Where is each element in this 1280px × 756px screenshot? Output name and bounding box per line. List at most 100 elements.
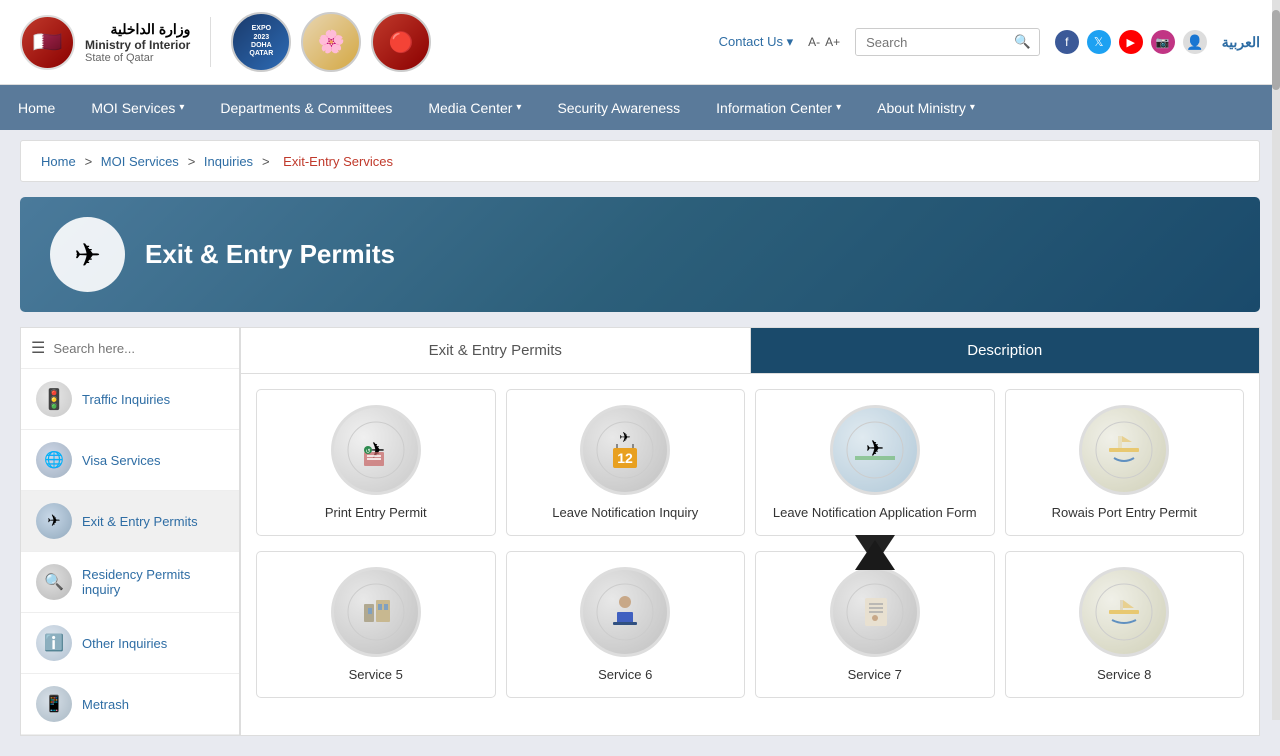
- sidebar-item-other[interactable]: ℹ️ Other Inquiries: [21, 613, 239, 674]
- qatar-logo: 🔴: [371, 12, 431, 72]
- header: 🇶🇦 وزارة الداخلية Ministry of Interior S…: [0, 0, 1280, 85]
- card-label-service5: Service 5: [349, 667, 403, 682]
- font-larger-btn[interactable]: A+: [825, 35, 840, 49]
- user-icon[interactable]: 👤: [1183, 30, 1207, 54]
- sidebar-label-exit: Exit & Entry Permits: [82, 514, 198, 529]
- scrollbar[interactable]: [1272, 0, 1280, 720]
- card-service8[interactable]: Service 8: [1005, 551, 1245, 698]
- sidebar-search-input[interactable]: [53, 341, 229, 356]
- sidebar-item-exit[interactable]: ✈ Exit & Entry Permits: [21, 491, 239, 552]
- nav-item-about[interactable]: About Ministry ▾: [859, 85, 993, 130]
- nav-item-departments[interactable]: Departments & Committees: [202, 85, 410, 130]
- language-btn[interactable]: العربية: [1222, 34, 1260, 51]
- search-input[interactable]: [856, 30, 1006, 55]
- breadcrumb-moi[interactable]: MOI Services: [101, 154, 179, 169]
- card-label-service8: Service 8: [1097, 667, 1151, 682]
- sidebar: ☰ 🚦 Traffic Inquiries 🌐 Visa Services ✈ …: [20, 327, 240, 736]
- about-arrow-icon: ▾: [970, 102, 975, 113]
- service-grid-row2: Service 5 Service 6: [241, 551, 1259, 713]
- traffic-icon: 🚦: [36, 381, 72, 417]
- sidebar-item-metrash[interactable]: 📱 Metrash: [21, 674, 239, 735]
- residency-icon: 🔍: [36, 564, 72, 600]
- contact-us-link[interactable]: Contact Us: [719, 34, 793, 50]
- font-controls: A- A+: [808, 35, 840, 49]
- flower-logo: 🌸: [301, 12, 361, 72]
- logo-area: 🇶🇦 وزارة الداخلية Ministry of Interior S…: [20, 12, 719, 72]
- metrash-icon: 📱: [36, 686, 72, 722]
- main-content: ☰ 🚦 Traffic Inquiries 🌐 Visa Services ✈ …: [20, 327, 1260, 736]
- nav-bar: Home MOI Services ▾ Departments & Commit…: [0, 85, 1280, 130]
- sidebar-item-residency[interactable]: 🔍 Residency Permits inquiry: [21, 552, 239, 613]
- moi-arrow-icon: ▾: [179, 102, 184, 113]
- card-icon-leave-inquiry: ✈ 12: [580, 405, 670, 495]
- twitter-icon[interactable]: 𝕏: [1087, 30, 1111, 54]
- facebook-icon[interactable]: f: [1055, 30, 1079, 54]
- card-icon-leave-form: ✈: [830, 405, 920, 495]
- breadcrumb-sep3: >: [262, 154, 273, 169]
- nav-item-moi[interactable]: MOI Services ▾: [73, 85, 202, 130]
- youtube-icon[interactable]: ▶: [1119, 30, 1143, 54]
- breadcrumb-home[interactable]: Home: [41, 154, 76, 169]
- tab-description[interactable]: Description: [751, 328, 1260, 373]
- card-label-leave-inquiry: Leave Notification Inquiry: [552, 505, 698, 520]
- breadcrumb-inquiries[interactable]: Inquiries: [204, 154, 253, 169]
- nav-item-security[interactable]: Security Awareness: [539, 85, 698, 130]
- service-tabs: Exit & Entry Permits Description: [241, 328, 1259, 374]
- service-grid: ✈ ↺ Print Entry Permit ✈: [241, 374, 1259, 551]
- service-area: Exit & Entry Permits Description ✈: [240, 327, 1260, 736]
- sidebar-label-traffic: Traffic Inquiries: [82, 392, 170, 407]
- info-arrow-icon: ▾: [836, 102, 841, 113]
- media-arrow-icon: ▾: [516, 102, 521, 113]
- breadcrumb-sep2: >: [188, 154, 199, 169]
- card-service6[interactable]: Service 6: [506, 551, 746, 698]
- tab-exit-entry[interactable]: Exit & Entry Permits: [241, 328, 751, 373]
- visa-icon: 🌐: [36, 442, 72, 478]
- card-leave-inquiry[interactable]: ✈ 12 Leave Notification Inquiry: [506, 389, 746, 536]
- header-right: Contact Us A- A+ 🔍 f 𝕏 ▶ 📷 👤 العربية: [719, 28, 1260, 56]
- scrollbar-thumb[interactable]: [1272, 10, 1280, 90]
- card-label-service7: Service 7: [848, 667, 902, 682]
- sidebar-label-visa: Visa Services: [82, 453, 161, 468]
- logo-flag: 🇶🇦: [20, 15, 75, 70]
- card-icon-service6: [580, 567, 670, 657]
- card-icon-service5: [331, 567, 421, 657]
- card-service5[interactable]: Service 5: [256, 551, 496, 698]
- card-label-service6: Service 6: [598, 667, 652, 682]
- card-leave-form[interactable]: ✈ Leave Notification Application Form: [755, 389, 995, 536]
- sidebar-item-visa[interactable]: 🌐 Visa Services: [21, 430, 239, 491]
- card-icon-print-entry: ✈ ↺: [331, 405, 421, 495]
- breadcrumb: Home > MOI Services > Inquiries > Exit-E…: [20, 140, 1260, 182]
- search-box[interactable]: 🔍: [855, 28, 1040, 56]
- exit-icon: ✈: [36, 503, 72, 539]
- breadcrumb-sep1: >: [85, 154, 96, 169]
- sidebar-label-other: Other Inquiries: [82, 636, 167, 651]
- expo-logo: EXPO2023DOHAQATAR: [231, 12, 291, 72]
- hamburger-icon[interactable]: ☰: [31, 338, 45, 358]
- card-icon-service7: [830, 567, 920, 657]
- divider: [210, 17, 211, 67]
- logo-arabic: وزارة الداخلية: [85, 21, 190, 38]
- instagram-icon[interactable]: 📷: [1151, 30, 1175, 54]
- card-label-leave-form: Leave Notification Application Form: [773, 505, 977, 520]
- card-service7[interactable]: Service 7: [755, 551, 995, 698]
- nav-item-info[interactable]: Information Center ▾: [698, 85, 859, 130]
- sidebar-label-residency: Residency Permits inquiry: [82, 567, 224, 597]
- card-rowais[interactable]: Rowais Port Entry Permit: [1005, 389, 1245, 536]
- font-smaller-btn[interactable]: A-: [808, 35, 820, 49]
- card-print-entry[interactable]: ✈ ↺ Print Entry Permit: [256, 389, 496, 536]
- svg-text:12: 12: [617, 450, 633, 466]
- search-submit-btn[interactable]: 🔍: [1006, 29, 1039, 55]
- banner-title: Exit & Entry Permits: [145, 239, 395, 270]
- logo-text: وزارة الداخلية Ministry of Interior Stat…: [85, 21, 190, 64]
- svg-text:✈: ✈: [619, 429, 631, 445]
- nav-item-media[interactable]: Media Center ▾: [410, 85, 539, 130]
- card-label-rowais: Rowais Port Entry Permit: [1052, 505, 1197, 520]
- svg-text:↺: ↺: [365, 448, 370, 455]
- breadcrumb-current: Exit-Entry Services: [283, 154, 393, 169]
- page-banner: ✈ Exit & Entry Permits: [20, 197, 1260, 312]
- logo-english-line1: Ministry of Interior: [85, 38, 190, 52]
- nav-item-home[interactable]: Home: [0, 85, 73, 130]
- tooltip-arrow-up: [855, 540, 895, 570]
- sidebar-item-traffic[interactable]: 🚦 Traffic Inquiries: [21, 369, 239, 430]
- card-label-print-entry: Print Entry Permit: [325, 505, 427, 520]
